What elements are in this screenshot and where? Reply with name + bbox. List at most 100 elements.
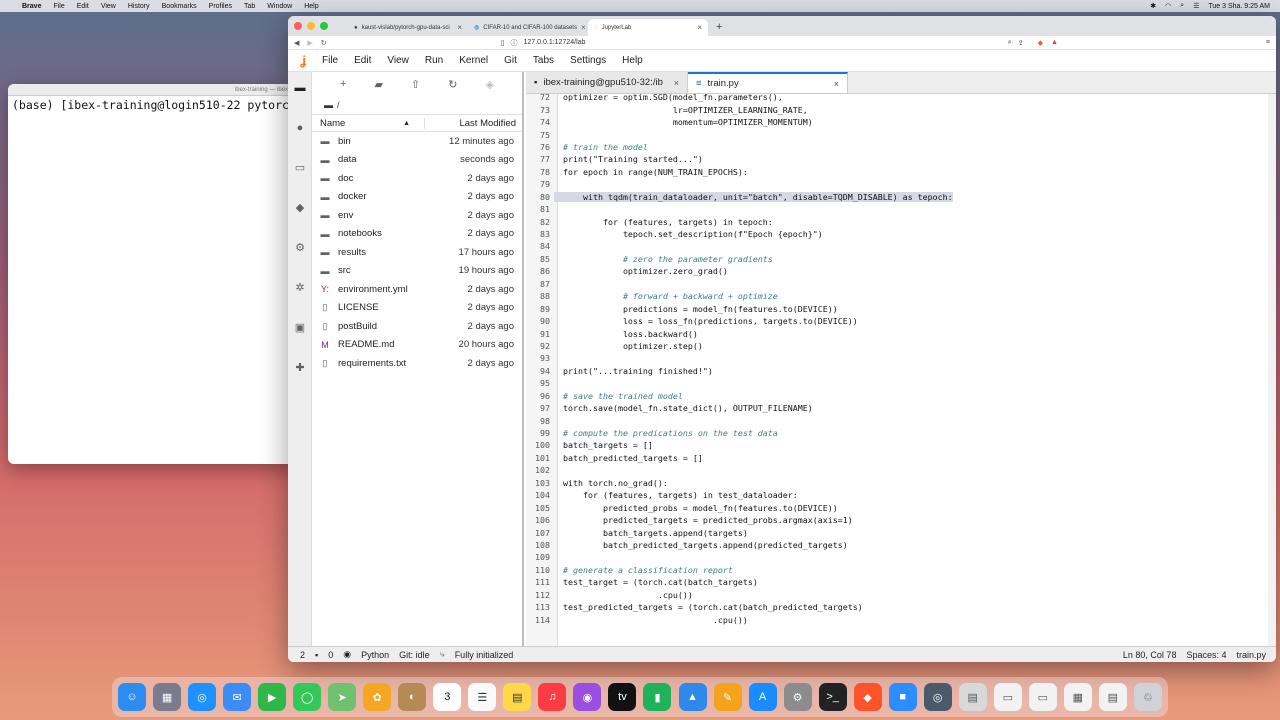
code-line[interactable]: 72 optimizer = optim.SGD(model_fn.paramet… — [526, 94, 1268, 103]
new-launcher-icon[interactable]: + — [340, 78, 346, 90]
code-line[interactable]: 108 batch_predicted_targets.append(predi… — [526, 539, 1268, 551]
facetime-icon[interactable]: ▶ — [258, 683, 287, 711]
app-menu[interactable]: Brave — [22, 3, 41, 10]
code-line[interactable]: 93 — [526, 352, 1268, 364]
code-line[interactable]: 94 print("...training finished!") — [526, 365, 1268, 377]
mac-menu-file[interactable]: File — [53, 3, 64, 10]
code-line[interactable]: 105 predicted_probs = model_fn(features.… — [526, 501, 1268, 513]
launchpad-icon[interactable]: ▦ — [153, 683, 182, 711]
close-icon[interactable]: × — [674, 78, 679, 88]
reminders-icon[interactable]: ☰ — [468, 683, 497, 711]
code-line[interactable]: 86 optimizer.zero_grad() — [526, 265, 1268, 277]
jl-menu-tabs[interactable]: Tabs — [525, 55, 562, 66]
mac-menu-view[interactable]: View — [101, 3, 116, 10]
jl-menu-help[interactable]: Help — [614, 55, 651, 66]
finder-icon[interactable]: ☺ — [118, 683, 146, 711]
maps-icon[interactable]: ➤ — [328, 683, 357, 711]
code-line[interactable]: 84 — [526, 240, 1268, 252]
control-center-icon[interactable]: ☰ — [1193, 2, 1199, 10]
jl-menu-view[interactable]: View — [379, 55, 417, 66]
code-line[interactable]: 77 print("Training started...") — [526, 153, 1268, 165]
doc-tab-train-py[interactable]: ≡ train.py × — [688, 72, 848, 93]
numbers-icon[interactable]: ▮ — [643, 683, 672, 711]
code-line[interactable]: 111 test_target = (torch.cat(batch_target… — [526, 576, 1268, 588]
code-line[interactable]: 113 test_predicted_targets = (torch.cat(b… — [526, 601, 1268, 613]
code-line[interactable]: 74 momentum=OPTIMIZER_MOMENTUM) — [526, 116, 1268, 128]
trash-icon[interactable]: ♲ — [1133, 683, 1162, 711]
code-line[interactable]: 99 # compute the predications on the test… — [526, 427, 1268, 439]
code-line[interactable]: 109 — [526, 551, 1268, 563]
doc-tab-terminal[interactable]: ▪ ibex-training@gpu510-32:/ib × — [526, 72, 688, 93]
document-icon[interactable]: ▤ — [958, 683, 987, 711]
code-line[interactable]: 88 # forward + backward + optimize — [526, 290, 1268, 302]
reload-icon[interactable]: ↻ — [321, 39, 327, 47]
file-list-item[interactable]: ▬ notebooks 2 days ago — [312, 225, 522, 244]
minimize-window-icon[interactable] — [307, 22, 315, 30]
file-list-item[interactable]: ▬ doc 2 days ago — [312, 169, 522, 188]
more-menu-icon[interactable]: ≡ — [1266, 39, 1270, 46]
code-line[interactable]: 96 # save the trained model — [526, 390, 1268, 402]
editor-scrollbar[interactable] — [1268, 94, 1276, 646]
code-line[interactable]: 81 — [526, 203, 1268, 215]
file-list-item[interactable]: M README.md 20 hours ago — [312, 336, 522, 355]
code-line[interactable]: 75 — [526, 128, 1268, 140]
tabs-icon[interactable]: ▣ — [288, 318, 312, 338]
zoom-icon[interactable]: ⌕ — [1008, 39, 1012, 47]
photos-icon[interactable]: ✿ — [363, 683, 392, 711]
file-list-item[interactable]: ▬ env 2 days ago — [312, 206, 522, 225]
system-preferences-icon[interactable]: ⚙ — [783, 683, 812, 711]
close-icon[interactable]: × — [457, 23, 462, 32]
share-icon[interactable]: ⇪ — [1018, 39, 1024, 47]
brave-icon[interactable]: ◆ — [853, 683, 882, 711]
tv-icon[interactable]: tv — [608, 683, 637, 711]
file-list-item[interactable]: ▯ LICENSE 2 days ago — [312, 299, 522, 318]
code-line[interactable]: 91 loss.backward() — [526, 327, 1268, 339]
browser-tab-cifar[interactable]: ◍ CIFAR-10 and CIFAR-100 datasets × — [468, 19, 588, 36]
window-thumbnail-icon[interactable]: ▤ — [1098, 683, 1127, 711]
code-line[interactable]: 92 optimizer.step() — [526, 340, 1268, 352]
info-icon[interactable]: ⓘ — [511, 38, 518, 48]
window-thumbnail-icon[interactable]: ▭ — [1028, 683, 1057, 711]
upload-icon[interactable]: ⇧ — [411, 78, 420, 91]
mac-menu-window[interactable]: Window — [267, 3, 292, 10]
close-icon[interactable]: × — [581, 23, 586, 32]
code-line[interactable]: 83 tepoch.set_description(f"Epoch {epoch… — [526, 228, 1268, 240]
indent-setting[interactable]: Spaces: 4 — [1186, 650, 1226, 660]
code-line[interactable]: 98 — [526, 414, 1268, 426]
folder-icon[interactable]: ▬ — [288, 78, 312, 98]
brave-shield-icon[interactable]: ◆ — [1038, 39, 1043, 47]
cursor-position[interactable]: Ln 80, Col 78 — [1123, 650, 1177, 660]
code-line[interactable]: 89 predictions = model_fn(features.to(DE… — [526, 302, 1268, 314]
code-line[interactable]: 95 — [526, 377, 1268, 389]
pages-icon[interactable]: ✎ — [713, 683, 742, 711]
code-line[interactable]: 114 .cpu()) — [526, 613, 1268, 625]
back-icon[interactable]: ◀ — [294, 39, 299, 47]
jl-menu-kernel[interactable]: Kernel — [451, 55, 496, 66]
mac-menu-help[interactable]: Help — [304, 3, 318, 10]
code-line[interactable]: 73 lr=OPTIMIZER_LEARNING_RATE, — [526, 103, 1268, 115]
code-line[interactable]: 79 — [526, 178, 1268, 190]
zoom-window-icon[interactable] — [320, 22, 328, 30]
forward-icon[interactable]: ▶ — [307, 39, 312, 47]
property-inspector-icon[interactable]: ⚙ — [288, 238, 312, 258]
mac-menu-profiles[interactable]: Profiles — [209, 3, 232, 10]
new-folder-icon[interactable]: ▰ — [374, 78, 382, 91]
code-line[interactable]: 101 batch_predicted_targets = [] — [526, 452, 1268, 464]
search-icon[interactable]: ⌕ — [1180, 2, 1184, 10]
browser-tab-github[interactable]: ● kaust-vislab/pytorch-gpu-data-sci × — [348, 19, 468, 36]
kernel-count[interactable]: 0 — [328, 650, 333, 660]
column-name[interactable]: Name ▲ — [312, 118, 424, 129]
contacts-icon[interactable]: ◐ — [398, 683, 427, 711]
code-line[interactable]: 103 with torch.no_grad(): — [526, 477, 1268, 489]
git-clone-icon[interactable]: ◈ — [485, 78, 493, 91]
notes-icon[interactable]: ▤ — [503, 683, 532, 711]
code-line[interactable]: 87 — [526, 278, 1268, 290]
code-line[interactable]: 82 for (features, targets) in tepoch: — [526, 215, 1268, 227]
code-line[interactable]: 85 # zero the parameter gradients — [526, 253, 1268, 265]
code-line[interactable]: 76 # train the model — [526, 141, 1268, 153]
close-icon[interactable]: × — [697, 23, 702, 32]
code-editor[interactable]: 72 optimizer = optim.SGD(model_fn.paramet… — [526, 94, 1268, 646]
code-line[interactable]: 104 for (features, targets) in test_data… — [526, 489, 1268, 501]
browser-tab-jupyterlab[interactable]: ◌ JupyterLab × — [588, 19, 708, 36]
commands-icon[interactable]: ▭ — [288, 158, 312, 178]
